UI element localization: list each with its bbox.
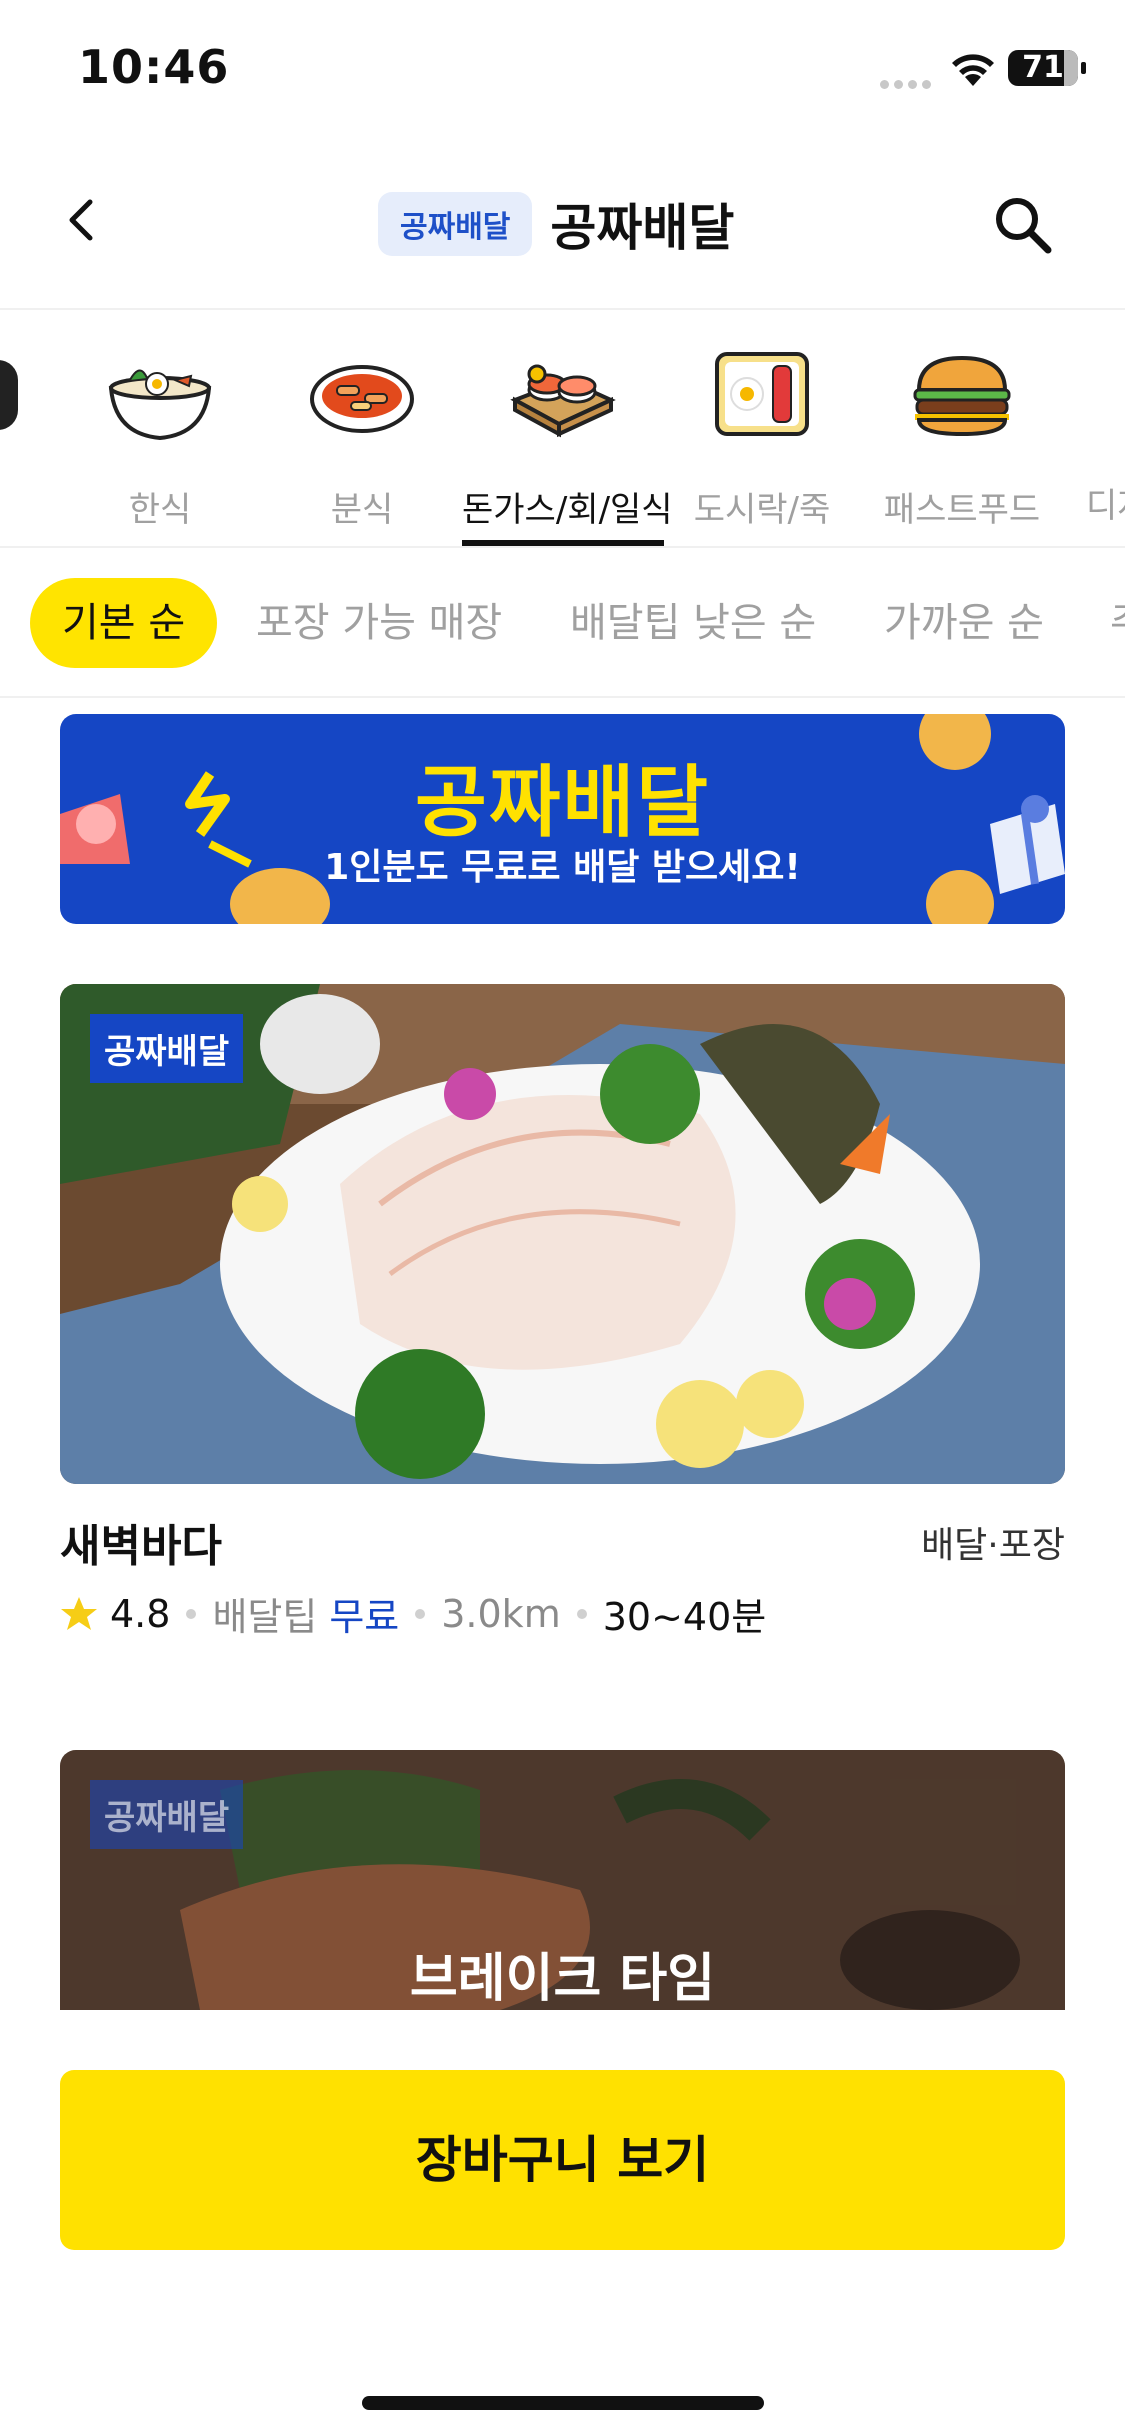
back-chevron-icon[interactable] — [52, 190, 112, 250]
delivery-tip-value: 무료 — [329, 1595, 400, 1639]
view-cart-button[interactable]: 장바구니 보기 — [60, 2070, 1065, 2250]
category-icon-partial — [0, 360, 18, 430]
separator-dot — [186, 1608, 197, 1619]
break-time-label: 브레이크 타임 — [409, 1949, 716, 2009]
delivery-time: 30~40분 — [602, 1595, 767, 1639]
banner-title: 공짜배달 — [414, 758, 711, 848]
filter-pickup-available[interactable]: 포장 가능 매장 — [256, 578, 502, 668]
top-nav-bar: 공짜배달 공짜배달 — [0, 150, 1125, 310]
store-service-type: 배달·포장 — [921, 1525, 1065, 1566]
category-label: 한식 — [128, 490, 192, 530]
sushi-icon — [510, 364, 616, 438]
category-label: 돈가스/회/일식 — [462, 490, 673, 530]
free-delivery-chip: 공짜배달 — [378, 192, 533, 256]
signal-icon — [880, 74, 936, 93]
delivery-tip-label: 배달팁 — [212, 1595, 318, 1639]
store-name[interactable]: 새벽바다 — [60, 1510, 222, 1574]
battery-icon: 71 — [1008, 50, 1086, 86]
status-time: 10:46 — [78, 40, 230, 94]
battery-level: 71 — [1022, 50, 1064, 85]
store-image[interactable]: 공짜배달 — [60, 984, 1065, 1484]
store-rating: 4.8 — [110, 1591, 171, 1636]
home-indicator — [362, 2396, 764, 2410]
banner-subtitle: 1인분도 무료로 배달 받으세요! — [324, 847, 801, 888]
wifi-icon — [952, 54, 994, 86]
status-bar: 10:46 71 — [0, 0, 1125, 140]
free-delivery-badge: 공짜배달 — [90, 1014, 244, 1083]
promo-banner[interactable]: 공짜배달 1인분도 무료로 배달 받으세요! — [60, 714, 1065, 924]
filter-low-delivery-tip[interactable]: 배달팁 낮은 순 — [570, 578, 816, 668]
active-tab-indicator — [462, 540, 664, 546]
dessert-icon — [1062, 344, 1125, 444]
bibimbap-icon — [108, 369, 212, 441]
tteokbokki-icon — [310, 365, 414, 433]
category-tab-snack[interactable]: 분식 — [262, 344, 462, 531]
category-tab-lunchbox[interactable]: 도시락/죽 — [662, 344, 862, 531]
category-label: 도시락/죽 — [693, 490, 831, 530]
filter-default-sort[interactable]: 기본 순 — [30, 578, 218, 668]
burger-icon — [913, 355, 1011, 437]
store-image-2[interactable]: 공짜배달 브레이크 타임 — [60, 1750, 1065, 2010]
category-tab-dessert[interactable]: 디저 — [1062, 344, 1125, 527]
page-title-group: 공짜배달 공짜배달 — [378, 192, 734, 257]
category-label: 분식 — [330, 490, 394, 530]
sort-filter-bar: 기본 순 포장 가능 매장 배달팁 낮은 순 가까운 순 주 — [0, 552, 1125, 698]
category-tab-korean[interactable]: 한식 — [60, 344, 260, 531]
filter-partial[interactable]: 주 — [1110, 578, 1125, 668]
category-tabs: 한식 분식 돈가스/회/일식 도시락/죽 패스트푸드 디 — [0, 312, 1125, 548]
page-title: 공짜배달 — [550, 199, 735, 257]
star-icon — [61, 1596, 97, 1630]
filter-nearest[interactable]: 가까운 순 — [884, 578, 1044, 668]
store-distance: 3.0km — [441, 1591, 561, 1636]
separator-dot — [576, 1608, 587, 1619]
category-tab-japanese[interactable]: 돈가스/회/일식 — [462, 344, 673, 531]
search-icon[interactable] — [990, 192, 1056, 258]
lunchbox-icon — [715, 352, 809, 436]
separator-dot — [415, 1608, 426, 1619]
store-meta-row: 4.8 배달팁 무료 3.0km 30~40분 — [60, 1586, 766, 1641]
category-label: 디저 — [1086, 486, 1125, 526]
category-label: 패스트푸드 — [883, 490, 1041, 530]
free-delivery-badge: 공짜배달 — [90, 1780, 244, 1849]
category-tab-fastfood[interactable]: 패스트푸드 — [862, 344, 1062, 531]
